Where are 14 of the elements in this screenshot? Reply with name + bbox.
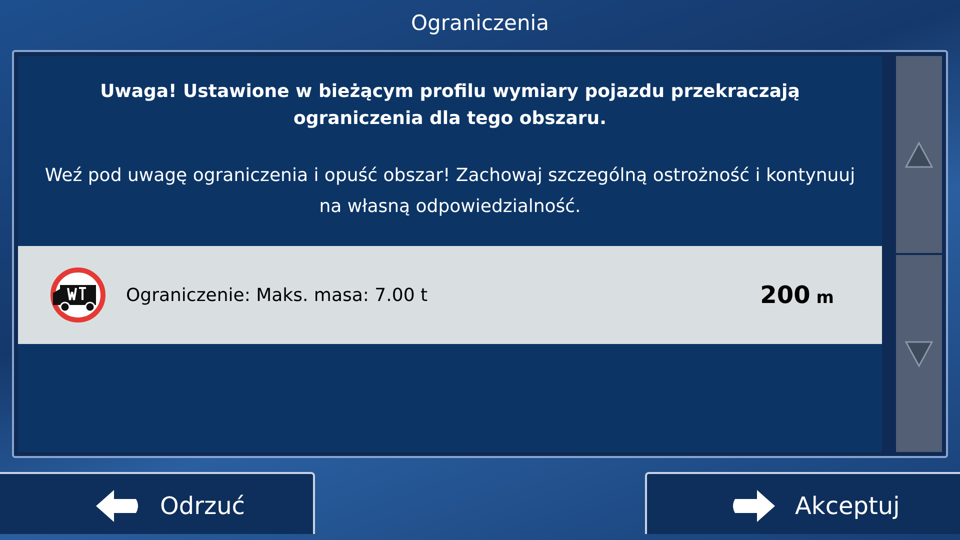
scroll-up-button[interactable] (896, 56, 942, 253)
distance-value: 200 (760, 281, 810, 309)
down-arrow-icon (904, 340, 934, 368)
accept-button[interactable]: Akceptuj (645, 472, 960, 534)
window-title: Ograniczenia (410, 10, 550, 37)
distance-unit: m (816, 287, 834, 308)
truck-weight-sign-icon (48, 267, 108, 323)
restriction-row[interactable]: Ograniczenie: Maks. masa: 7.00 t 200 m (18, 246, 882, 344)
up-arrow-icon (904, 140, 934, 168)
restriction-label: Ograniczenie: Maks. masa: 7.00 t (126, 284, 429, 306)
warning-message: Weź pod uwagę ograniczenia i opuść obszar! Zachowaj szczególną ostrożność i kontynuuj na własną odpowiedzialność. (44, 164, 856, 219)
reject-button[interactable]: Odrzuć (0, 472, 315, 534)
scroll-down-button[interactable] (896, 255, 942, 452)
warning-heading: Uwaga! Ustawione w bieżącym profilu wymiary pojazdu przekraczają ograniczenia dla tego obszaru. (99, 80, 801, 131)
